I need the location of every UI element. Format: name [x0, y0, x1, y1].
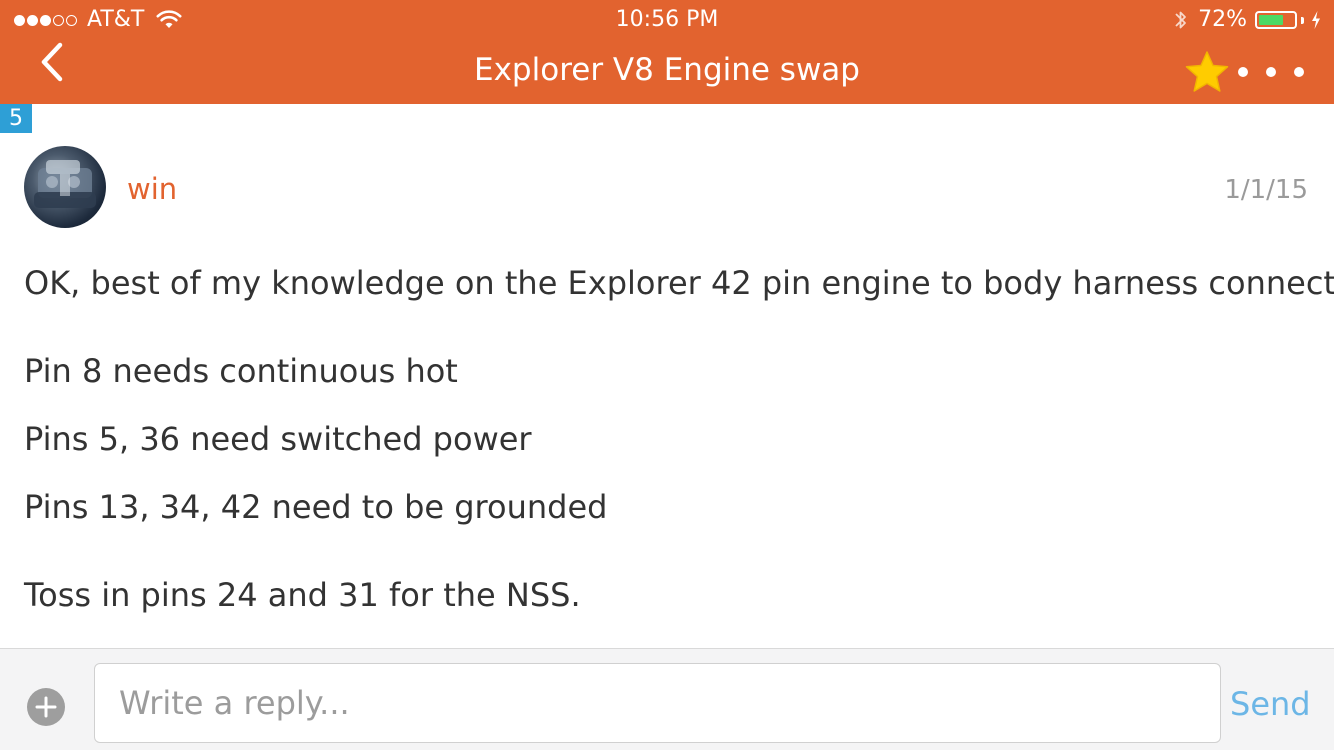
screen: AT&T 10:56 PM 72% Explorer V8 Engine swa…: [0, 0, 1334, 750]
post-paragraph: Pins 13, 34, 42 need to be grounded: [24, 488, 608, 526]
reply-bar: Send: [0, 648, 1334, 750]
status-time: 10:56 PM: [615, 7, 719, 32]
avatar[interactable]: [24, 146, 106, 228]
reply-input[interactable]: [94, 663, 1221, 743]
battery-level: [1259, 15, 1283, 25]
status-bar: AT&T 10:56 PM 72%: [0, 0, 1334, 40]
bluetooth-icon: [1175, 11, 1186, 29]
battery-cap: [1301, 16, 1304, 24]
more-options-button[interactable]: [1238, 58, 1304, 86]
favorite-button[interactable]: [1182, 48, 1232, 98]
more-dot: [1266, 67, 1276, 77]
more-dot: [1238, 67, 1248, 77]
status-right: 72%: [1174, 0, 1322, 40]
page-title: Explorer V8 Engine swap: [474, 52, 860, 88]
battery-percent: 72%: [1198, 7, 1247, 32]
app-header: AT&T 10:56 PM 72% Explorer V8 Engine swa…: [0, 0, 1334, 104]
post-paragraph: OK, best of my knowledge on the Explorer…: [24, 264, 1334, 302]
send-button[interactable]: Send: [1230, 685, 1311, 723]
battery-icon: [1255, 11, 1297, 29]
more-dot: [1294, 67, 1304, 77]
charging-bolt-icon: [1312, 11, 1320, 29]
add-attachment-button[interactable]: [27, 688, 65, 726]
post-date: 1/1/15: [1224, 175, 1308, 205]
star-icon: [1185, 51, 1229, 92]
post-paragraph: Toss in pins 24 and 31 for the NSS.: [24, 576, 581, 614]
post-number-badge: 5: [0, 104, 32, 133]
post-paragraph: Pins 5, 36 need switched power: [24, 420, 532, 458]
post-paragraph: Pin 8 needs continuous hot: [24, 352, 458, 390]
engine-photo-avatar: [34, 160, 96, 208]
plus-circle-icon: [35, 696, 57, 718]
nav-bar: Explorer V8 Engine swap: [0, 40, 1334, 104]
author-name[interactable]: win: [127, 172, 177, 206]
